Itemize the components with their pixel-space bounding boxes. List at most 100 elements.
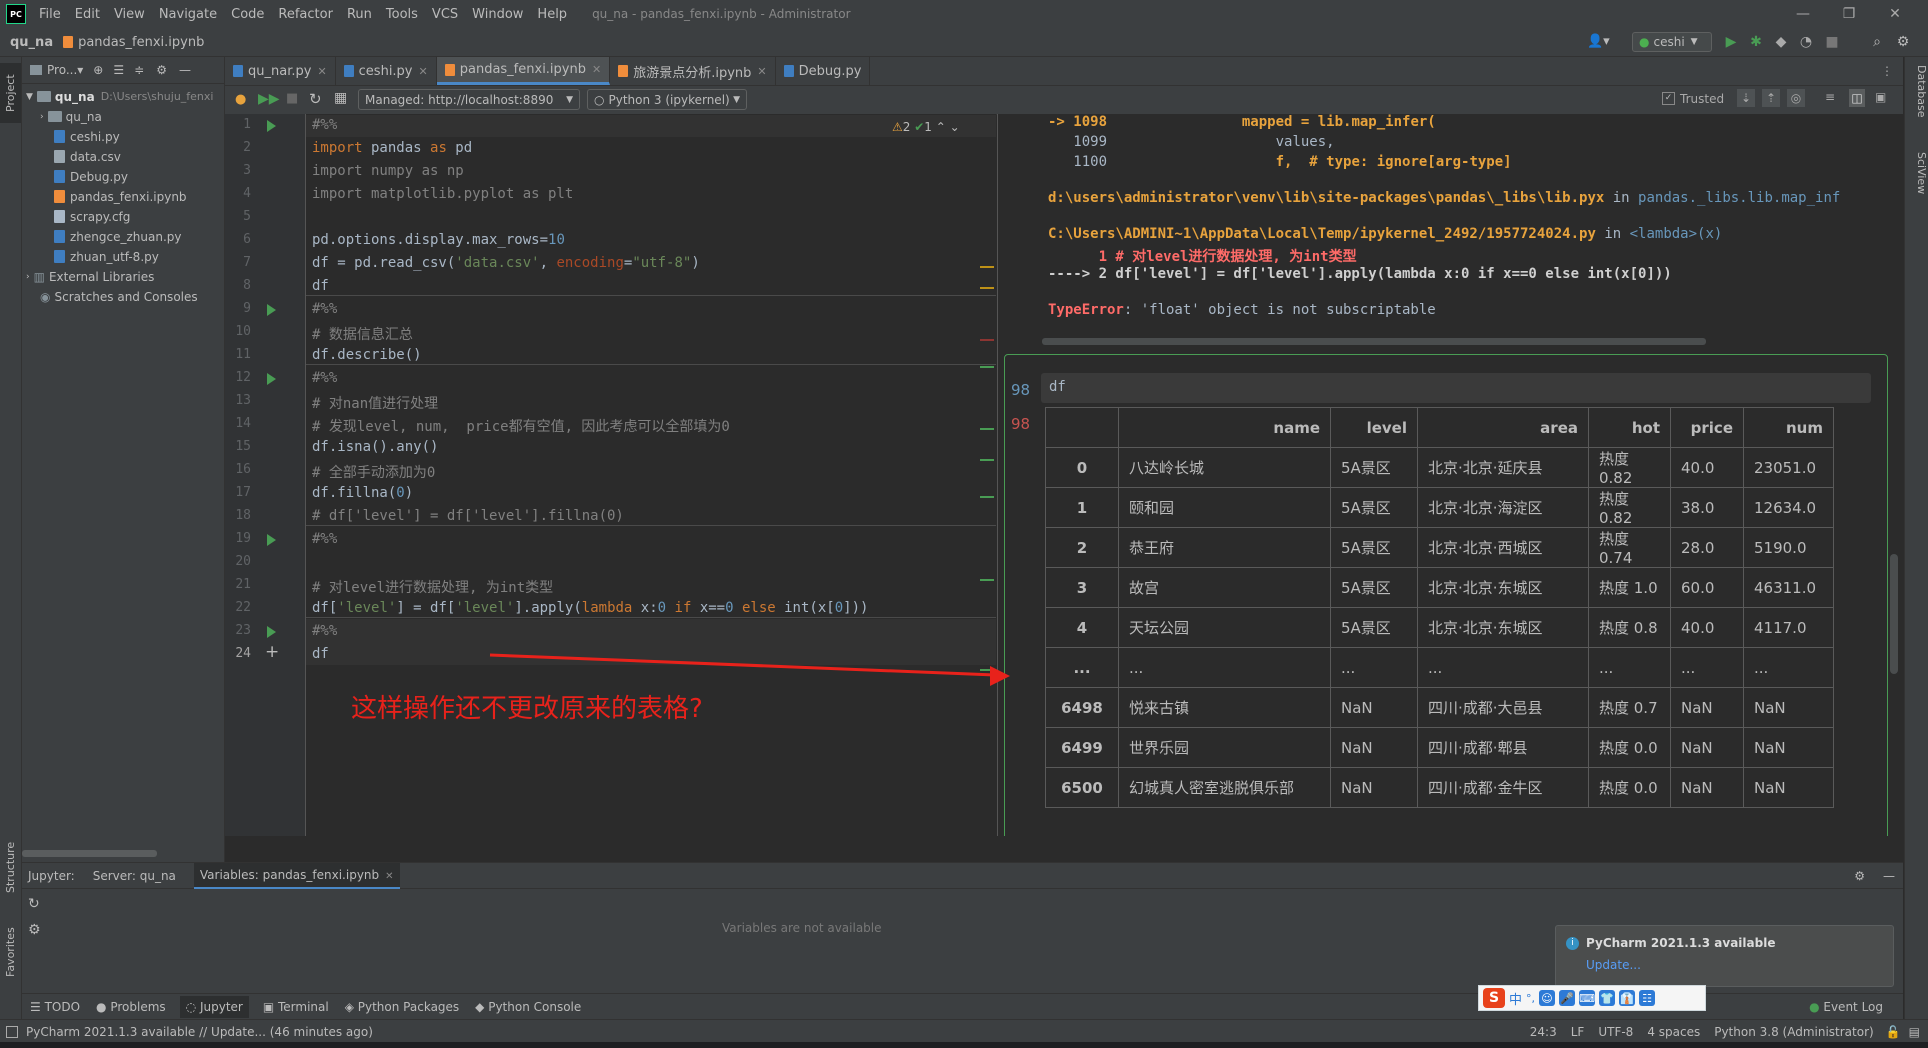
update-notification[interactable]: i PyCharm 2021.1.3 available Update...: [1555, 925, 1894, 987]
close-tab-icon[interactable]: ✕: [419, 65, 428, 78]
code-editor[interactable]: #%% import pandas as pd import numpy as …: [306, 114, 996, 836]
preview-scrollbar[interactable]: [1890, 554, 1898, 674]
close-button[interactable]: ✕: [1872, 0, 1918, 28]
menu-edit[interactable]: Edit: [68, 7, 107, 22]
event-log-tab[interactable]: ● Event Log: [1809, 1000, 1883, 1014]
server-select[interactable]: Managed: http://localhost:8890 ▼: [358, 89, 580, 110]
refresh-icon[interactable]: ↻: [28, 896, 40, 912]
tab-menu-icon[interactable]: ⋮: [1881, 57, 1903, 85]
debug-icon[interactable]: ✱: [1747, 33, 1765, 51]
settings-icon[interactable]: ⚙: [28, 922, 41, 938]
tab-pandas-fenxi[interactable]: pandas_fenxi.ipynb ✕: [436, 57, 611, 85]
menu-tools[interactable]: Tools: [379, 7, 425, 22]
tree-scratches[interactable]: ◉ Scratches and Consoles: [40, 287, 198, 306]
tree-item-file[interactable]: zhuan_utf-8.py: [54, 247, 159, 266]
run-all-icon[interactable]: ▶▶: [258, 91, 280, 107]
toggle-tool-windows-icon[interactable]: [6, 1025, 18, 1038]
memory-icon[interactable]: ▤: [1909, 1025, 1920, 1039]
run-cell-icon[interactable]: [267, 304, 276, 316]
ime-keyboard-icon[interactable]: ⌨: [1579, 990, 1596, 1006]
run-cell-icon[interactable]: [267, 120, 276, 132]
close-tab-icon[interactable]: ✕: [592, 63, 601, 76]
close-tab-icon[interactable]: ✕: [757, 65, 766, 78]
status-message[interactable]: PyCharm 2021.1.3 available // Update... …: [26, 1025, 373, 1039]
sciview-tool-tab[interactable]: SciView: [1907, 152, 1928, 217]
lock-icon[interactable]: 🔓: [1886, 1025, 1901, 1039]
tree-item-file[interactable]: scrapy.cfg: [54, 207, 130, 226]
lightbulb-icon[interactable]: ●: [235, 92, 246, 107]
tree-item-file[interactable]: Debug.py: [54, 167, 128, 186]
maximize-button[interactable]: ❐: [1826, 0, 1872, 28]
editor-only-icon[interactable]: ≡: [1825, 90, 1835, 104]
menu-view[interactable]: View: [107, 7, 152, 22]
tree-item-file[interactable]: ceshi.py: [54, 127, 120, 146]
user-icon[interactable]: 👤▾: [1587, 34, 1610, 49]
jupyter-tab[interactable]: ◌ Jupyter: [179, 996, 249, 1018]
tree-item-folder[interactable]: › qu_na: [40, 107, 102, 126]
trusted-checkbox[interactable]: ✓: [1662, 92, 1675, 105]
ime-toolbar[interactable]: S 中 °, ☺ 🎤 ⌨ 👕 👔 ☷: [1478, 985, 1706, 1011]
tab-debug[interactable]: Debug.py: [776, 57, 871, 85]
add-cell-icon[interactable]: +: [265, 642, 279, 662]
caret-position[interactable]: 24:3: [1530, 1025, 1557, 1039]
inspection-widget[interactable]: ⚠2 ✔1 ⌃ ⌄: [892, 120, 960, 134]
collapse-all-icon[interactable]: ≑: [134, 63, 144, 77]
settings-icon[interactable]: ⚙: [1894, 33, 1912, 51]
run-cell-icon[interactable]: [267, 626, 276, 638]
project-view-select[interactable]: Pro...▾: [47, 63, 83, 77]
cell-input[interactable]: df: [1041, 373, 1871, 403]
structure-tool-tab[interactable]: Structure: [0, 832, 21, 902]
ime-mode[interactable]: 中: [1509, 989, 1522, 1008]
coverage-icon[interactable]: ◆: [1772, 33, 1790, 51]
menu-vcs[interactable]: VCS: [425, 7, 465, 22]
tab-server[interactable]: Server: qu_na: [93, 869, 176, 883]
run-cell-icon[interactable]: [267, 373, 276, 385]
minimize-button[interactable]: —: [1780, 0, 1826, 28]
tree-item-file[interactable]: zhengce_zhuan.py: [54, 227, 182, 246]
tab-variables[interactable]: Variables: pandas_fenxi.ipynb ✕: [193, 862, 400, 889]
split-view-icon[interactable]: ◫: [1849, 89, 1865, 107]
breadcrumb-project[interactable]: qu_na: [0, 35, 53, 50]
python-packages-tab[interactable]: ◈ Python Packages: [345, 1000, 459, 1014]
scroll-down-icon[interactable]: ⇣: [1737, 89, 1755, 107]
project-tool-tab[interactable]: Project: [0, 63, 21, 123]
database-tool-tab[interactable]: Database: [1907, 65, 1928, 140]
output-scrollbar[interactable]: [1042, 338, 1706, 345]
ime-menu-icon[interactable]: ☷: [1639, 990, 1656, 1006]
expand-all-icon[interactable]: ☰: [113, 63, 124, 77]
python-console-tab[interactable]: ◆ Python Console: [475, 1000, 581, 1014]
menu-code[interactable]: Code: [224, 7, 271, 22]
hide-icon[interactable]: —: [179, 63, 191, 77]
update-link[interactable]: Update...: [1586, 958, 1641, 972]
run-icon[interactable]: ▶: [1722, 33, 1740, 51]
tree-item-file[interactable]: data.csv: [54, 147, 121, 166]
gear-icon[interactable]: ⚙: [156, 63, 167, 77]
problems-tab[interactable]: ● Problems: [96, 1000, 166, 1014]
ime-voice-icon[interactable]: 🎤: [1559, 990, 1576, 1006]
tree-root[interactable]: ▼ qu_na D:\Users\shuju_fenxi: [26, 87, 213, 106]
ime-emoji-icon[interactable]: ☺: [1539, 990, 1556, 1006]
tab-travel-analysis[interactable]: 旅游景点分析.ipynb ✕: [610, 57, 776, 85]
interrupt-icon[interactable]: ■: [286, 91, 298, 106]
run-cell-icon[interactable]: [267, 534, 276, 546]
hide-panel-icon[interactable]: —: [1883, 869, 1895, 883]
python-interpreter[interactable]: Python 3.8 (Administrator): [1714, 1025, 1873, 1039]
ime-skin-icon[interactable]: 👕: [1599, 990, 1616, 1006]
gear-icon[interactable]: ⚙: [1854, 869, 1865, 883]
ime-tools-icon[interactable]: 👔: [1619, 990, 1636, 1006]
line-separator[interactable]: LF: [1571, 1025, 1585, 1039]
kernel-select[interactable]: ○ Python 3 (ipykernel) ▼: [587, 89, 747, 110]
menu-run[interactable]: Run: [340, 7, 379, 22]
terminal-tab[interactable]: ▣ Terminal: [263, 1000, 329, 1014]
file-encoding[interactable]: UTF-8: [1598, 1025, 1633, 1039]
tab-ceshi[interactable]: ceshi.py ✕: [336, 57, 437, 85]
favorites-tool-tab[interactable]: Favorites: [0, 917, 21, 987]
todo-tab[interactable]: ☰ TODO: [30, 1000, 80, 1014]
clear-outputs-icon[interactable]: ▦: [334, 90, 347, 106]
search-icon[interactable]: ⌕: [1868, 33, 1886, 51]
close-tab-icon[interactable]: ✕: [317, 65, 326, 78]
restart-icon[interactable]: ↻: [309, 90, 322, 108]
scroll-up-icon[interactable]: ⇡: [1762, 89, 1780, 107]
ime-punctuation[interactable]: °,: [1526, 992, 1535, 1005]
menu-file[interactable]: File: [32, 7, 68, 22]
